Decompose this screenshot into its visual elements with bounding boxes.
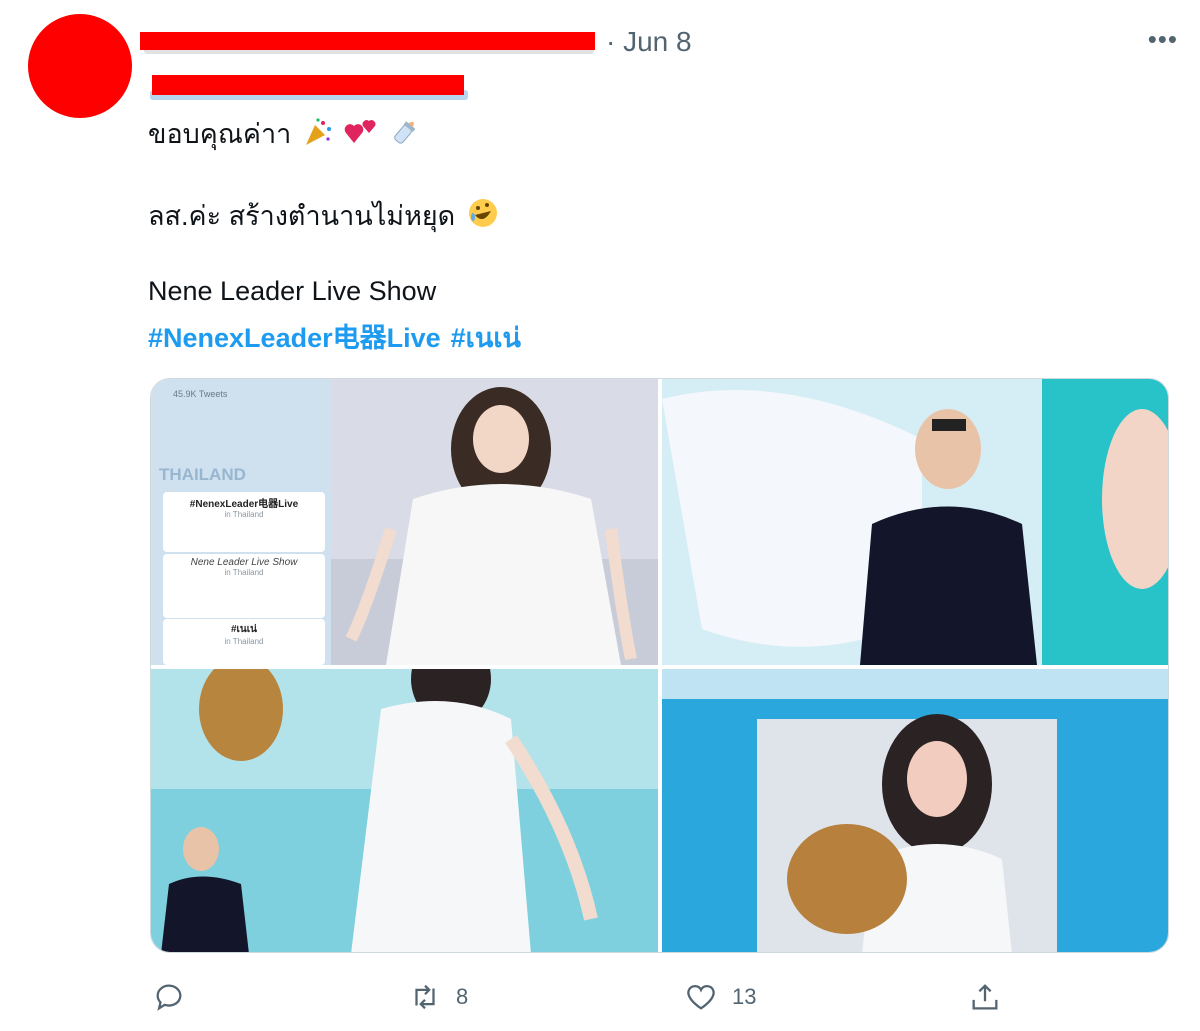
- avatar-redaction: [28, 14, 132, 118]
- trend-card-1-title: #NenexLeader电器Live: [189, 499, 299, 510]
- photo-4-image: [662, 669, 1168, 952]
- replying-to-redaction: [152, 75, 464, 95]
- photo-3-image: [151, 669, 658, 952]
- author-name-redaction: [140, 32, 595, 50]
- tweet-line-1-text: ขอบคุณค่าา: [148, 119, 292, 149]
- media-photo-4[interactable]: [662, 669, 1168, 952]
- like-count: 13: [732, 984, 757, 1009]
- tweet-actions: 8 13: [0, 980, 1200, 1020]
- trend-card-3-title: #เนเน่: [230, 624, 258, 635]
- party-popper-emoji: [303, 117, 333, 154]
- media-photo-3[interactable]: [151, 669, 658, 952]
- trend-tweet-count: 45.9K Tweets: [173, 389, 228, 399]
- rolling-laughing-emoji: [467, 197, 499, 236]
- more-icon[interactable]: •••: [1148, 24, 1178, 55]
- hashtag-link[interactable]: #NenexLeader电器Live: [148, 323, 441, 353]
- tweet-line-2: ลส.ค่ะ สร้างตำนานไม่หยุด: [148, 194, 499, 237]
- baby-bottle-emoji: [390, 117, 420, 154]
- trend-card-2: Nene Leader Live Show in Thailand: [163, 554, 325, 618]
- tweet-line-3: Nene Leader Live Show: [148, 276, 437, 306]
- trend-country: THAILAND: [159, 465, 246, 484]
- reply-icon: [156, 984, 182, 1011]
- avatar[interactable]: [28, 14, 132, 118]
- share-button[interactable]: [968, 980, 1002, 1014]
- media-grid: 45.9K Tweets THAILAND #NenexLeader电器Live…: [150, 378, 1169, 953]
- reply-button[interactable]: [152, 980, 200, 1014]
- trend-panel: 45.9K Tweets THAILAND #NenexLeader电器Live…: [151, 379, 331, 665]
- retweet-count: 8: [456, 984, 469, 1009]
- like-button[interactable]: 13: [684, 980, 756, 1014]
- media-photo-1[interactable]: 45.9K Tweets THAILAND #NenexLeader电器Live…: [151, 379, 658, 665]
- two-hearts-emoji: [344, 117, 378, 154]
- trend-card-1-sub: in Thailand: [224, 510, 264, 519]
- trend-card-1: #NenexLeader电器Live in Thailand: [163, 492, 325, 552]
- trend-card-2-title: Nene Leader Live Show: [190, 557, 298, 568]
- retweet-icon: [415, 984, 435, 1010]
- retweet-button[interactable]: 8: [408, 980, 468, 1014]
- trend-card-3-sub: in Thailand: [224, 637, 264, 646]
- tweet-line-2-text: ลส.ค่ะ สร้างตำนานไม่หยุด: [148, 201, 456, 231]
- trend-card-3: #เนเน่ in Thailand: [163, 619, 325, 665]
- like-icon: [687, 985, 715, 1010]
- tweet[interactable]: · Jun 8 ••• ขอบคุณค่าา ลส.ค่ะ สร้างตำนาน…: [0, 0, 1200, 1031]
- photo-2-image: [662, 379, 1168, 665]
- tweet-line-1: ขอบคุณค่าา: [148, 112, 420, 155]
- media-photo-2[interactable]: [662, 379, 1168, 665]
- share-icon: [972, 984, 998, 1010]
- trend-card-2-sub: in Thailand: [224, 568, 264, 577]
- tweet-date[interactable]: · Jun 8: [606, 26, 692, 58]
- hashtags: #NenexLeader电器Live #เนเน่: [148, 316, 531, 359]
- hashtag-link[interactable]: #เนเน่: [451, 323, 521, 353]
